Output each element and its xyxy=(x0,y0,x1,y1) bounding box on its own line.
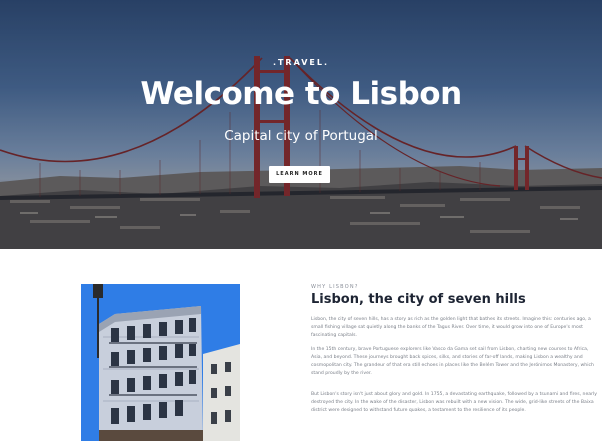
building-photo-icon xyxy=(81,284,240,441)
hero-subtitle: Capital city of Portugal xyxy=(224,128,378,144)
section-title: Lisbon, the city of seven hills xyxy=(311,292,526,307)
paragraph-earthquake: But Lisbon's story isn't just about glor… xyxy=(311,392,597,414)
hero-title: Welcome to Lisbon xyxy=(140,76,462,112)
section-eyebrow: WHY LISBON? xyxy=(311,284,359,290)
hero-overlay xyxy=(0,0,602,249)
brand-logo[interactable]: .TRAVEL. xyxy=(0,58,602,67)
paragraph-explorers: In the 15th century, brave Portuguese ex… xyxy=(311,347,594,377)
hero-section: .TRAVEL. Welcome to Lisbon Capital city … xyxy=(0,0,602,249)
paragraph-history-intro: Lisbon, the city of seven hills, has a s… xyxy=(311,317,591,339)
lisbon-building-photo xyxy=(81,284,240,441)
learn-more-button[interactable]: LEARN MORE xyxy=(269,166,330,183)
